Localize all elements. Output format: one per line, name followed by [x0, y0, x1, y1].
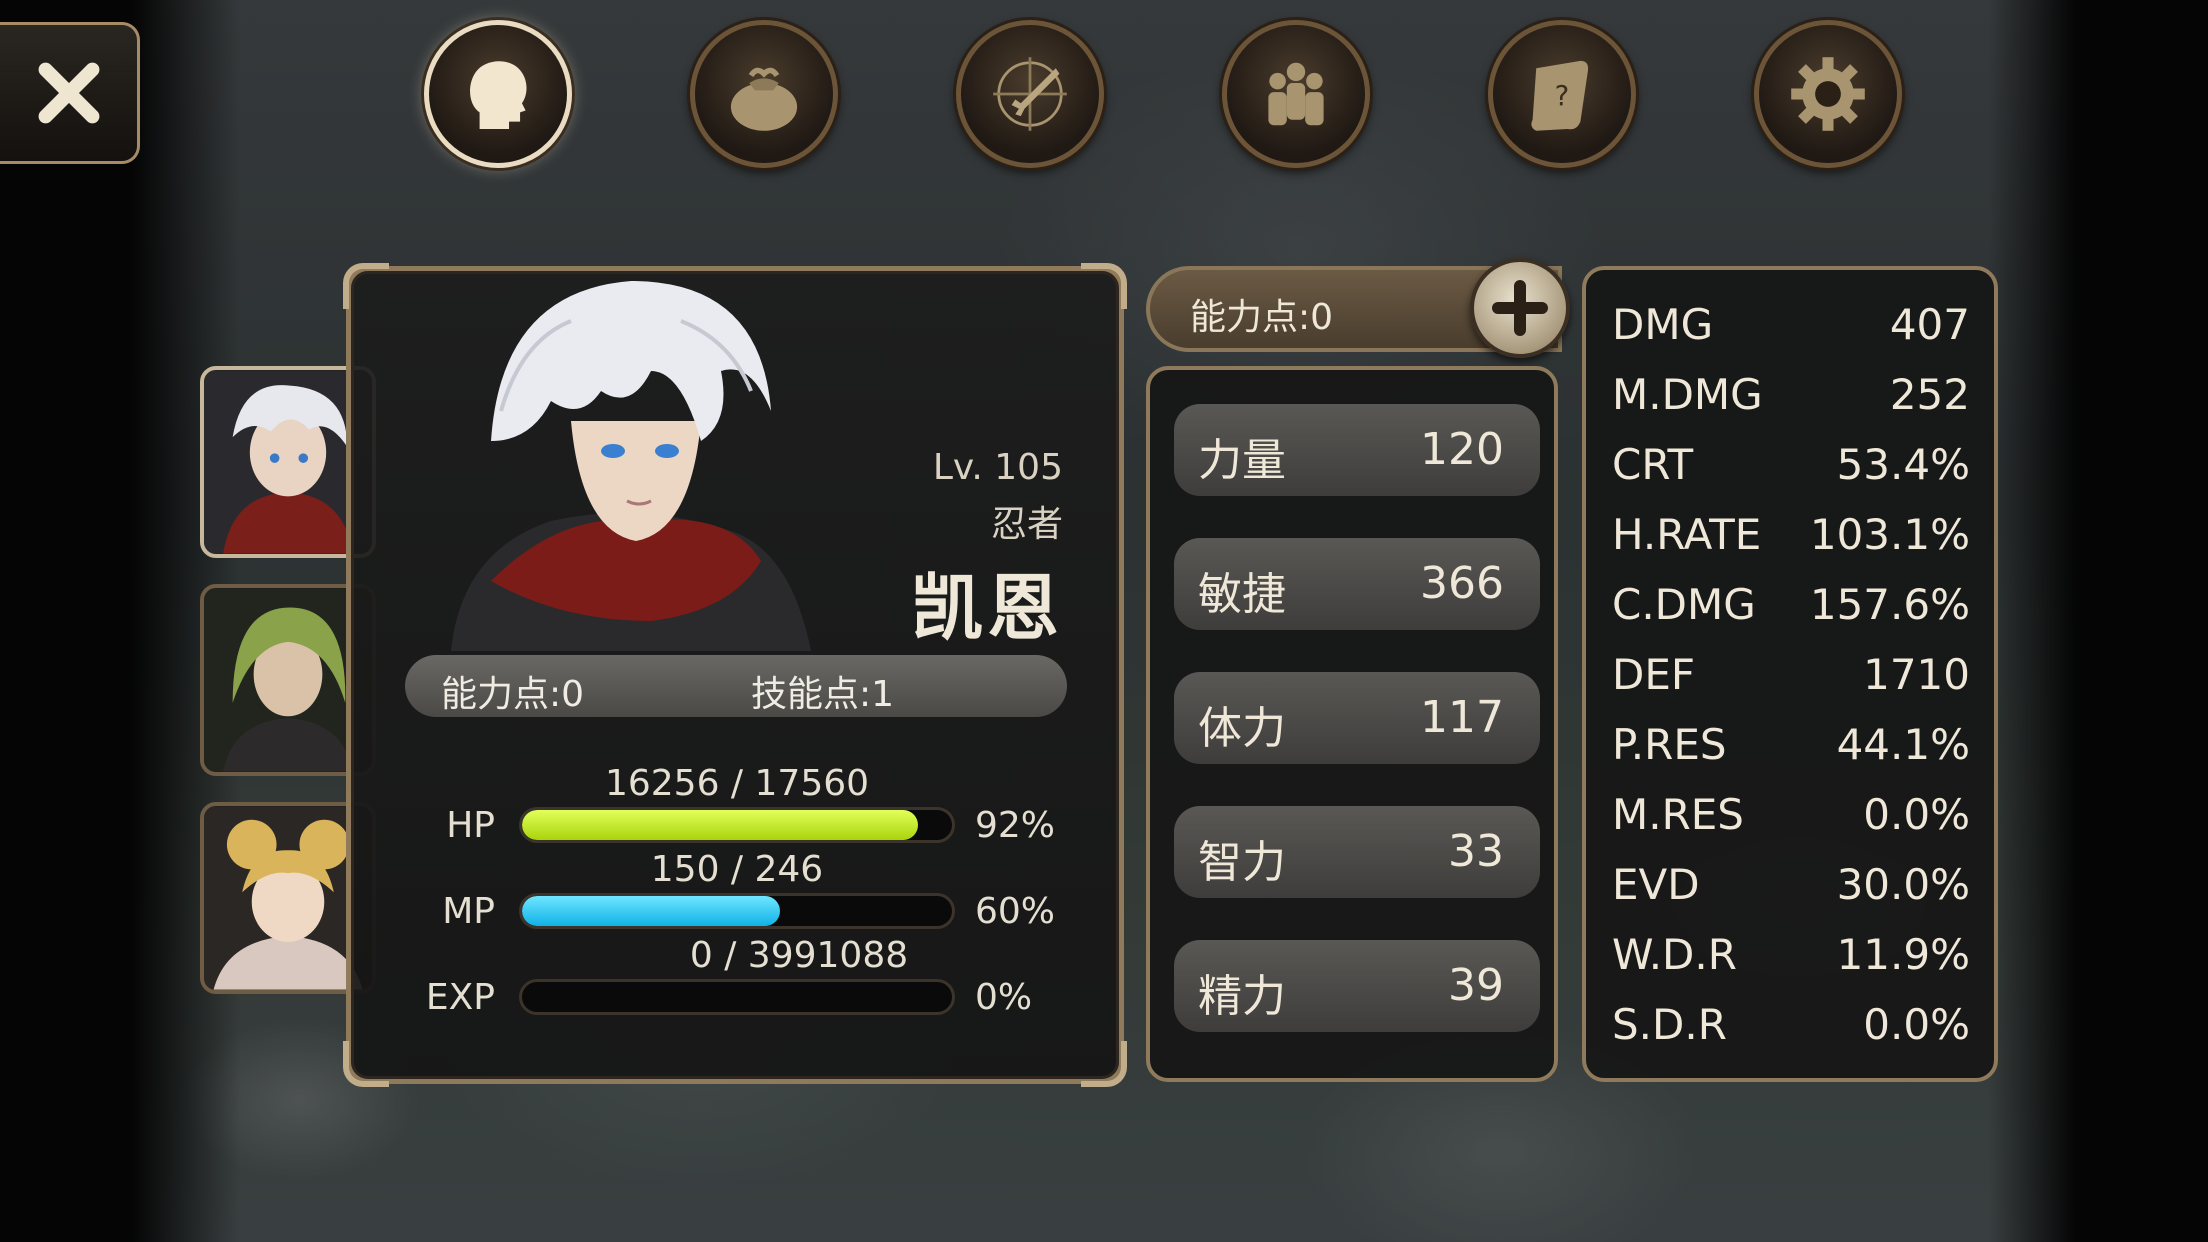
mp-label: MP	[442, 891, 495, 932]
hp-bar	[519, 807, 955, 843]
attribute-row-intelligence[interactable]: 智力 33	[1174, 806, 1540, 898]
stat-name: M.RES	[1612, 790, 1744, 839]
attribute-value: 117	[1420, 692, 1504, 743]
stat-name: M.DMG	[1612, 370, 1763, 419]
stat-row: H.RATE 103.1%	[1612, 510, 1970, 570]
attribute-value: 120	[1420, 424, 1504, 475]
exp-bar	[519, 979, 955, 1015]
frame-corner	[1081, 263, 1127, 309]
people-icon	[1268, 62, 1324, 126]
stat-value: 1710	[1863, 650, 1970, 699]
plus-icon	[1492, 280, 1548, 336]
stat-name: W.D.R	[1612, 930, 1737, 979]
hero-artwork	[451, 281, 811, 651]
stat-row: DEF 1710	[1612, 650, 1970, 710]
attribute-name: 力量	[1198, 435, 1286, 486]
tab-party[interactable]	[1222, 20, 1370, 168]
stat-name: DMG	[1612, 300, 1714, 349]
stat-row: W.D.R 11.9%	[1612, 930, 1970, 990]
stat-row: S.D.R 0.0%	[1612, 1000, 1970, 1060]
attribute-value: 39	[1448, 960, 1504, 1011]
exp-percent: 0%	[975, 977, 1033, 1018]
stat-value: 407	[1889, 300, 1970, 349]
stat-name: CRT	[1612, 440, 1694, 489]
stat-value: 103.1%	[1809, 510, 1970, 559]
stat-name: S.D.R	[1612, 1000, 1727, 1049]
attribute-row-stamina[interactable]: 体力 117	[1174, 672, 1540, 764]
exp-value: 0 / 3991088	[689, 935, 909, 976]
head-icon	[470, 61, 527, 129]
tab-quest[interactable]: ?	[1488, 20, 1636, 168]
stat-row: DMG 407	[1612, 300, 1970, 360]
level-label: Lv. 105	[932, 447, 1063, 488]
stat-row: EVD 30.0%	[1612, 860, 1970, 920]
attribute-name: 智力	[1198, 837, 1286, 888]
frame-corner	[343, 263, 389, 309]
right-vignette	[1988, 0, 2208, 1242]
scroll-icon: ?	[1531, 60, 1589, 131]
attribute-name: 体力	[1198, 703, 1286, 754]
hp-bar-fill	[522, 810, 918, 840]
add-points-button[interactable]	[1470, 258, 1570, 358]
stat-value: 30.0%	[1836, 860, 1970, 909]
svg-text:?: ?	[1555, 79, 1570, 112]
stat-name: EVD	[1612, 860, 1700, 909]
attribute-value: 33	[1448, 826, 1504, 877]
tab-settings[interactable]	[1754, 20, 1902, 168]
stat-name: P.RES	[1612, 720, 1727, 769]
mp-percent: 60%	[975, 891, 1056, 932]
attribute-value: 366	[1420, 558, 1504, 609]
attribute-name: 敏捷	[1198, 569, 1286, 620]
stat-row: M.DMG 252	[1612, 370, 1970, 430]
stat-value: 11.9%	[1836, 930, 1970, 979]
hp-value: 16256 / 17560	[604, 763, 870, 804]
bag-icon	[730, 67, 798, 131]
mp-value: 150 / 246	[650, 849, 824, 890]
stat-row: C.DMG 157.6%	[1612, 580, 1970, 640]
mp-bar	[519, 893, 955, 929]
stat-value: 0.0%	[1863, 790, 1970, 839]
stat-row: M.RES 0.0%	[1612, 790, 1970, 850]
hp-percent: 92%	[975, 805, 1056, 846]
attribute-row-strength[interactable]: 力量 120	[1174, 404, 1540, 496]
attribute-name: 精力	[1198, 971, 1286, 1022]
close-icon	[38, 62, 99, 124]
stat-name: H.RATE	[1612, 510, 1762, 559]
stat-row: P.RES 44.1%	[1612, 720, 1970, 780]
attribute-row-agility[interactable]: 敏捷 366	[1174, 538, 1540, 630]
character-panel: Lv. 105 忍者 凯恩 能力点:0 技能点:1 16256 / 17560 …	[343, 263, 1127, 1087]
stat-row: CRT 53.4%	[1612, 440, 1970, 500]
stat-value: 0.0%	[1863, 1000, 1970, 1049]
close-button[interactable]	[0, 22, 140, 164]
class-label: 忍者	[990, 504, 1063, 545]
exp-label: EXP	[425, 977, 495, 1018]
stat-name: DEF	[1612, 650, 1696, 699]
points-summary: 能力点:0 技能点:1	[405, 655, 1067, 717]
tab-skills[interactable]	[956, 20, 1104, 168]
frame-corner	[343, 1041, 389, 1087]
attribute-row-spirit[interactable]: 精力 39	[1174, 940, 1540, 1032]
attributes-panel: 力量 120 敏捷 366 体力 117 智力 33 精力 39	[1146, 366, 1558, 1082]
ability-points-label: 能力点:0	[441, 674, 585, 715]
stat-value: 252	[1889, 370, 1970, 419]
mp-bar-fill	[522, 896, 780, 926]
stats-panel: DMG 407 M.DMG 252 CRT 53.4% H.RATE 103.1% C.…	[1582, 266, 1998, 1082]
ability-points-header-label: 能力点:0	[1190, 297, 1334, 338]
tab-character[interactable]	[424, 20, 572, 168]
character-name: 凯恩	[910, 566, 1063, 650]
hp-label: HP	[446, 805, 495, 846]
gear-icon	[1791, 57, 1865, 131]
frame-corner	[1081, 1041, 1127, 1087]
stat-value: 44.1%	[1836, 720, 1970, 769]
stat-value: 157.6%	[1809, 580, 1970, 629]
tab-inventory[interactable]	[690, 20, 838, 168]
skill-points-label: 技能点:1	[751, 674, 895, 715]
sword-compass-icon	[993, 57, 1067, 131]
stat-name: C.DMG	[1612, 580, 1756, 629]
stat-value: 53.4%	[1836, 440, 1970, 489]
